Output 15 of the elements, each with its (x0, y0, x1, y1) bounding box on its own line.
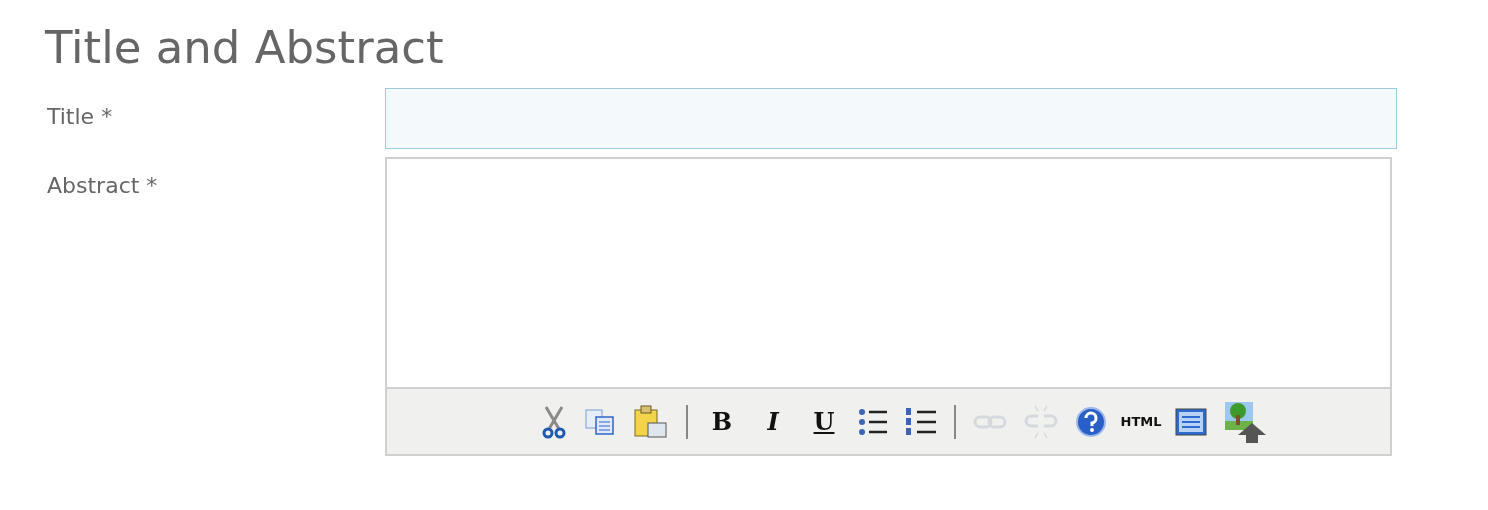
image-upload-icon[interactable] (1224, 400, 1268, 443)
help-icon[interactable] (1075, 405, 1107, 438)
numbered-list-icon[interactable] (905, 406, 937, 437)
field-label: Abstract * (47, 173, 158, 198)
window-icon[interactable] (1175, 407, 1207, 436)
field-label: Title * (47, 104, 113, 129)
bulleted-list-icon[interactable] (858, 407, 888, 436)
title-field[interactable] (385, 88, 1397, 149)
italic-button[interactable]: I (756, 402, 790, 441)
copy-icon[interactable] (584, 407, 616, 436)
bold-button[interactable]: B (705, 402, 739, 441)
underline-button[interactable]: U (807, 402, 841, 441)
clipboard-icon[interactable] (633, 404, 669, 439)
scissors-icon[interactable] (541, 404, 567, 439)
page-heading: Title and Abstract (45, 22, 444, 74)
